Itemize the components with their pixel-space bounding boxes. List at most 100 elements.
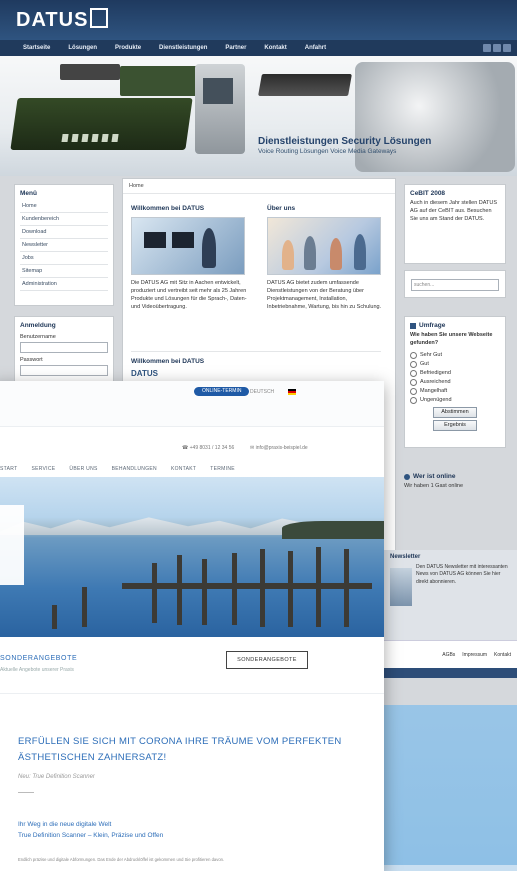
handheld-device-image: [195, 64, 245, 154]
body-text: Ihr Weg in die neue digitale Welt True D…: [18, 819, 163, 842]
poll-option[interactable]: Ungenügend: [405, 396, 505, 405]
menu-item-home[interactable]: Home: [20, 200, 108, 213]
metal-components-image: [355, 62, 515, 172]
hardware-box-image: [120, 66, 200, 96]
old-header: DATUS: [0, 0, 517, 40]
new-main-nav: Start Service Über uns Behandlungen Kont…: [0, 463, 384, 475]
online-text: Wir haben 1 Gast online: [404, 483, 464, 489]
newsletter-text: Den DATUS Newsletter mit interessanten N…: [416, 564, 508, 585]
phone-icon: ☎: [182, 445, 190, 451]
poll-option[interactable]: Sehr Gut: [405, 351, 505, 360]
datus-logo[interactable]: DATUS: [16, 8, 109, 32]
breadcrumb[interactable]: Home: [123, 179, 395, 194]
newsletter-box: Newsletter Den DATUS Newsletter mit inte…: [384, 550, 517, 650]
search-box: suchen...: [404, 270, 506, 298]
font-size-icon[interactable]: [483, 44, 491, 52]
search-input[interactable]: suchen...: [411, 279, 499, 291]
nav-item-kontakt[interactable]: Kontakt: [255, 45, 295, 51]
password-input[interactable]: [20, 365, 108, 376]
radio-icon: [410, 351, 417, 359]
poll-option[interactable]: Befriedigend: [405, 369, 505, 378]
phone-contact[interactable]: ☎ +49 8031 / 12 34 56: [182, 445, 234, 451]
nav-start[interactable]: Start: [0, 466, 17, 472]
footer-link-kontakt[interactable]: Kontakt: [494, 652, 511, 658]
welcome2-heading: Willkommen bei DATUS: [131, 358, 205, 365]
main-headline: ERFÜLLEN SIE SICH MIT CORONA IHRE TRÄUME…: [18, 736, 342, 764]
password-label: Passwort: [20, 357, 43, 363]
nav-item-dienstleistungen[interactable]: Dienstleistungen: [150, 45, 216, 51]
german-flag-icon[interactable]: [288, 389, 296, 395]
online-appointment-button[interactable]: ONLINE-TERMIN: [194, 387, 250, 396]
nav-item-anfahrt[interactable]: Anfahrt: [296, 45, 335, 51]
old-main-nav: Startseite Lösungen Produkte Dienstleist…: [0, 40, 517, 56]
radio-icon: [410, 378, 417, 386]
results-button[interactable]: Ergebnis: [433, 419, 477, 431]
offers-title: SONDERANGEBOTE: [0, 655, 78, 662]
nav-ueber-uns[interactable]: Über uns: [69, 466, 97, 472]
login-title: Anmeldung: [20, 322, 56, 329]
old-hero-banner: Dienstleistungen Security Lösungen Voice…: [0, 56, 517, 176]
hardware-rack-image: [60, 64, 120, 80]
print-icon[interactable]: [493, 44, 501, 52]
users-icon: [404, 473, 410, 480]
poll-option[interactable]: Gut: [405, 360, 505, 369]
nav-item-startseite[interactable]: Startseite: [14, 45, 59, 51]
nav-item-partner[interactable]: Partner: [216, 45, 255, 51]
poll-title: Umfrage: [419, 322, 446, 329]
divider: [18, 792, 34, 793]
cebit-title: CeBIT 2008: [410, 190, 446, 197]
menu-item-sitemap[interactable]: Sitemap: [20, 265, 108, 278]
welcome-text: Die DATUS AG mit Sitz in Aachen entwicke…: [131, 280, 247, 310]
logo-mark-icon: [90, 8, 109, 28]
treeline: [282, 521, 384, 539]
hero-title: Dienstleistungen Security Lösungen: [258, 136, 432, 147]
hero-overlay-panel: [0, 505, 24, 585]
nav-service[interactable]: Service: [31, 466, 55, 472]
footer-link-agb[interactable]: AGBs: [442, 652, 455, 658]
hero-subtitle: Voice Routing Lösungen Voice Media Gatew…: [258, 148, 397, 155]
menu-item-kundenbereich[interactable]: Kundenbereich: [20, 213, 108, 226]
radio-icon: [410, 360, 417, 368]
poll-icon: [410, 322, 416, 329]
about-text: DATUS AG bietet zudem umfassende Dienstl…: [267, 280, 382, 310]
footer-link-impressum[interactable]: Impressum: [462, 652, 487, 658]
body-line: True Definition Scanner – Klein, Präzise…: [18, 832, 164, 840]
email-contact[interactable]: ✉ info@praxis-beispiel.de: [250, 445, 308, 451]
old-footer-links: AGBs Impressum Kontakt: [384, 640, 517, 668]
radio-icon: [410, 396, 417, 404]
menu-item-administration[interactable]: Administration: [20, 278, 108, 291]
radio-icon: [410, 369, 417, 377]
team-photo: [267, 217, 381, 275]
nav-icon-group: [483, 44, 517, 52]
menu-item-newsletter[interactable]: Newsletter: [20, 239, 108, 252]
nav-item-produkte[interactable]: Produkte: [106, 45, 150, 51]
cebit-text: Auch in diesem Jahr stellen DATUS AG auf…: [410, 200, 498, 222]
poll-box: Umfrage Wie haben Sie unsere Webseite ge…: [404, 316, 506, 448]
welcome-heading: Willkommen bei DATUS: [131, 205, 205, 212]
nav-behandlungen[interactable]: Behandlungen: [112, 466, 157, 472]
poll-question: Wie haben Sie unsere Webseite gefunden?: [410, 332, 493, 346]
online-title: Wer ist online: [413, 473, 456, 480]
lake-hero-image: [0, 477, 384, 637]
offers-subtitle: Aktuelle Angebote unserer Praxis: [0, 667, 74, 673]
newsletter-title: Newsletter: [390, 554, 421, 560]
poll-option[interactable]: Ausreichend: [405, 378, 505, 387]
poll-option[interactable]: Mangelhaft: [405, 387, 505, 396]
offers-button[interactable]: SONDERANGEBOTE: [226, 651, 308, 669]
username-label: Benutzername: [20, 334, 56, 340]
online-box: Wer ist online Wir haben 1 Gast online: [404, 468, 504, 491]
cebit-box: CeBIT 2008 Auch in diesem Jahr stellen D…: [404, 184, 506, 264]
vote-button[interactable]: Abstimmen: [433, 406, 477, 418]
menu-box: Menü Home Kundenbereich Download Newslet…: [14, 184, 114, 306]
about-heading: Über uns: [267, 205, 296, 212]
menu-item-download[interactable]: Download: [20, 226, 108, 239]
language-selector[interactable]: DEUTSCH: [250, 389, 274, 395]
new-website-window: ONLINE-TERMIN DEUTSCH ☎ +49 8031 / 12 34…: [0, 381, 384, 871]
menu-title: Menü: [20, 190, 37, 197]
nav-kontakt[interactable]: Kontakt: [171, 466, 196, 472]
nav-item-loesungen[interactable]: Lösungen: [59, 45, 106, 51]
menu-item-jobs[interactable]: Jobs: [20, 252, 108, 265]
username-input[interactable]: [20, 342, 108, 353]
email-icon[interactable]: [503, 44, 511, 52]
nav-termine[interactable]: Termine: [210, 466, 235, 472]
